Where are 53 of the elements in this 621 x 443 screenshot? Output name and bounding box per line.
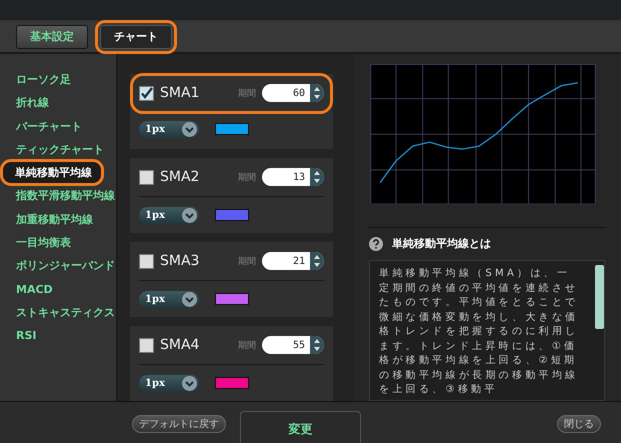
tab[interactable]: 基本設定 bbox=[16, 24, 88, 48]
line-width-dropdown[interactable]: 1px bbox=[139, 120, 199, 138]
period-spinner[interactable]: 13 bbox=[262, 168, 324, 186]
close-button[interactable]: 閉じる bbox=[557, 414, 601, 432]
period-label: 期間 bbox=[238, 256, 256, 268]
checkbox[interactable] bbox=[139, 170, 154, 184]
sidebar-item[interactable]: ボリンジャーバンド bbox=[0, 254, 116, 278]
sidebar-item[interactable]: バーチャート bbox=[0, 114, 116, 138]
chevron-down-icon bbox=[182, 292, 197, 306]
sidebar-item[interactable]: ストキャスティクス bbox=[0, 300, 116, 324]
chevron-down-icon bbox=[182, 376, 197, 390]
line-width-dropdown[interactable]: 1px bbox=[139, 290, 199, 308]
period-spinner[interactable]: 55 bbox=[262, 336, 324, 354]
indicator-name: SMA3 bbox=[160, 253, 200, 269]
color-swatch[interactable] bbox=[215, 293, 249, 305]
checkbox[interactable] bbox=[139, 338, 154, 352]
period-label: 期間 bbox=[238, 88, 256, 100]
sidebar-item[interactable]: MACD bbox=[0, 278, 116, 301]
sidebar-item[interactable]: 単純移動平均線 bbox=[2, 161, 102, 184]
sidebar-item[interactable]: 折れ線 bbox=[0, 91, 116, 115]
help-icon bbox=[369, 236, 383, 251]
checkbox[interactable] bbox=[139, 254, 154, 268]
color-swatch[interactable] bbox=[215, 123, 249, 135]
apply-button[interactable]: 変更 bbox=[240, 410, 361, 443]
period-spinner[interactable]: 60 bbox=[262, 84, 324, 102]
spinner-arrows-icon[interactable] bbox=[310, 168, 324, 186]
sidebar-item[interactable]: 指数平滑移動平均線 bbox=[0, 184, 116, 208]
sidebar-item[interactable]: ローソク足 bbox=[0, 68, 116, 92]
sidebar-item[interactable]: 加重移動平均線 bbox=[0, 208, 116, 232]
period-label: 期間 bbox=[238, 172, 256, 184]
chevron-down-icon bbox=[182, 122, 197, 136]
sidebar-item[interactable]: 一目均衡表 bbox=[0, 231, 116, 254]
help-title: 単純移動平均線とは bbox=[392, 236, 491, 252]
help-text: 単純移動平均線（SMA）は、一定期間の終値の平均値を連続させたものです。平均値をとることで微細な価格変動を均し、大きな価格トレンドを把握するのに利用します。トレンド上昇時には、①価格が移動平均線を上回る、②短期の移動平均線が長期の移動平均線を上回る、③移動平 bbox=[378, 267, 580, 398]
scrollbar-thumb[interactable] bbox=[595, 265, 604, 330]
checkbox[interactable] bbox=[139, 86, 154, 100]
indicator-name: SMA1 bbox=[160, 85, 200, 101]
tab[interactable]: チャート bbox=[100, 24, 172, 48]
indicator-name: SMA2 bbox=[160, 169, 200, 185]
line-width-dropdown[interactable]: 1px bbox=[139, 206, 199, 224]
sidebar-item[interactable]: RSI bbox=[0, 324, 116, 348]
color-swatch[interactable] bbox=[215, 377, 249, 389]
period-label: 期間 bbox=[238, 340, 256, 352]
spinner-arrows-icon[interactable] bbox=[310, 252, 324, 270]
period-spinner[interactable]: 21 bbox=[262, 252, 324, 270]
indicator-name: SMA4 bbox=[160, 337, 200, 353]
color-swatch[interactable] bbox=[215, 209, 249, 221]
sidebar-item[interactable]: ティックチャート bbox=[0, 138, 116, 162]
reset-default-button[interactable]: デフォルトに戻す bbox=[132, 414, 226, 432]
spinner-arrows-icon[interactable] bbox=[310, 336, 324, 354]
line-width-dropdown[interactable]: 1px bbox=[139, 374, 199, 392]
spinner-arrows-icon[interactable] bbox=[310, 84, 324, 102]
chevron-down-icon bbox=[182, 208, 197, 222]
